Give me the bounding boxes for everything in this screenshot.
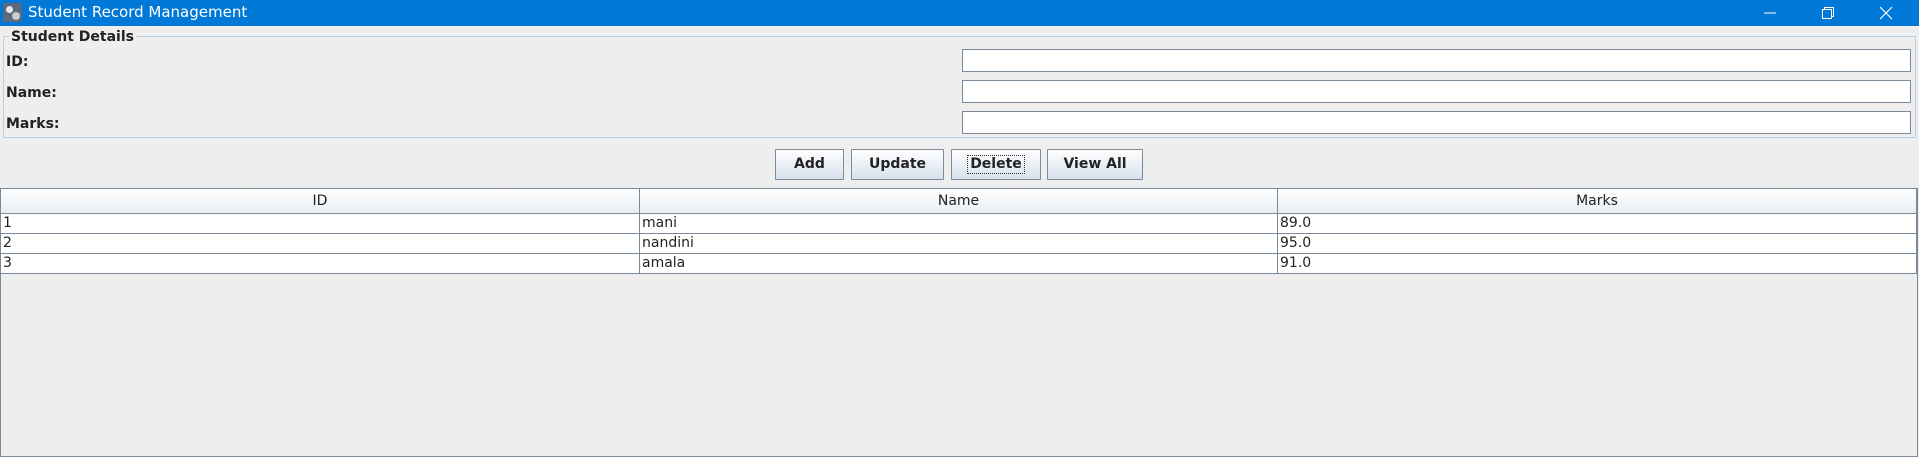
delete-button[interactable]: Delete <box>951 149 1041 180</box>
marks-label: Marks: <box>6 116 60 132</box>
close-icon <box>1879 6 1893 20</box>
cell-id: 2 <box>1 234 640 253</box>
table-row[interactable]: 2 nandini 95.0 <box>1 234 1917 254</box>
cell-id: 3 <box>1 254 640 273</box>
column-header-id[interactable]: ID <box>1 189 640 213</box>
marks-field[interactable] <box>962 111 1911 134</box>
id-field[interactable] <box>962 49 1911 72</box>
delete-button-label: Delete <box>967 155 1025 174</box>
column-header-name[interactable]: Name <box>640 189 1278 213</box>
view-all-button[interactable]: View All <box>1047 149 1143 180</box>
panel-legend: Student Details <box>9 29 136 46</box>
id-label: ID: <box>6 54 29 70</box>
students-table[interactable]: ID Name Marks 1 mani 89.0 2 nandini 95.0… <box>0 188 1918 457</box>
table-header: ID Name Marks <box>1 189 1917 214</box>
minimize-icon <box>1764 12 1776 14</box>
update-button-label: Update <box>868 156 927 172</box>
cell-marks: 95.0 <box>1278 234 1917 253</box>
view-all-button-label: View All <box>1063 156 1127 172</box>
table-row[interactable]: 3 amala 91.0 <box>1 254 1917 274</box>
name-label: Name: <box>6 85 57 101</box>
cell-marks: 91.0 <box>1278 254 1917 273</box>
app-icon <box>3 3 22 22</box>
table-row[interactable]: 1 mani 89.0 <box>1 214 1917 234</box>
add-button[interactable]: Add <box>775 149 844 180</box>
window-title: Student Record Management <box>28 3 248 21</box>
update-button[interactable]: Update <box>851 149 944 180</box>
minimize-button[interactable] <box>1741 0 1799 26</box>
column-header-marks[interactable]: Marks <box>1278 189 1917 213</box>
cell-id: 1 <box>1 214 640 233</box>
title-bar[interactable]: Student Record Management <box>0 0 1919 26</box>
cell-name: mani <box>640 214 1278 233</box>
close-button[interactable] <box>1857 0 1915 26</box>
cell-name: nandini <box>640 234 1278 253</box>
cell-name: amala <box>640 254 1278 273</box>
cell-marks: 89.0 <box>1278 214 1917 233</box>
name-field[interactable] <box>962 80 1911 103</box>
restore-icon <box>1822 7 1834 19</box>
restore-button[interactable] <box>1799 0 1857 26</box>
add-button-label: Add <box>794 156 825 172</box>
